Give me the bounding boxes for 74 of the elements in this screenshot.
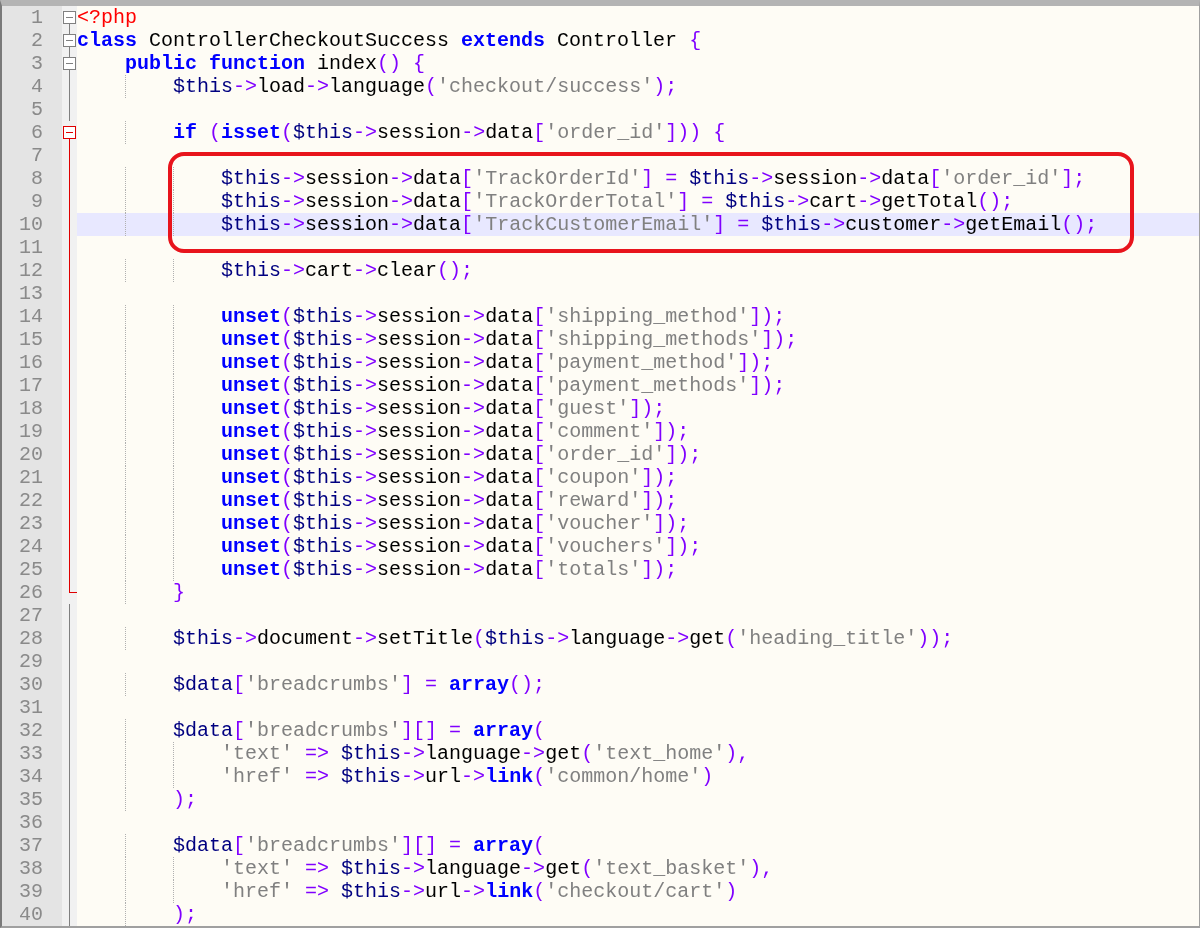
line-number: 14 <box>2 305 62 328</box>
code-line: unset($this->session->data['order_id']); <box>220 443 702 466</box>
line-number: 19 <box>2 420 62 443</box>
line-number: 32 <box>2 719 62 742</box>
line-number: 23 <box>2 512 62 535</box>
line-number: 40 <box>2 903 62 926</box>
line-number: 29 <box>2 650 62 673</box>
code-line: unset($this->session->data['guest']); <box>220 397 666 420</box>
code-line: unset($this->session->data['shipping_method']); <box>220 305 786 328</box>
code-line: unset($this->session->data['vouchers']); <box>220 535 702 558</box>
code-line: $this->session->data['TrackCustomerEmail'] = $this->customer->getEmail(); <box>220 213 1098 236</box>
code-line: 'text' => $this->language->get('text_home'), <box>220 742 750 765</box>
line-number: 36 <box>2 811 62 834</box>
line-number: 9 <box>2 190 62 213</box>
line-number: 7 <box>2 144 62 167</box>
code-line: 'href' => $this->url->link('checkout/cart') <box>220 880 738 903</box>
code-line: $this->session->data['TrackOrderId'] = $this->session->data['order_id']; <box>220 167 1086 190</box>
line-number: 25 <box>2 558 62 581</box>
line-number: 8 <box>2 167 62 190</box>
code-line: $data['breadcrumbs'][] = array( <box>172 719 546 742</box>
line-number: 13 <box>2 282 62 305</box>
code-line: $this->session->data['TrackOrderTotal'] = $this->cart->getTotal(); <box>220 190 1014 213</box>
code-line: } <box>172 581 186 604</box>
code-line: class ControllerCheckoutSuccess extends Controller { <box>77 29 702 52</box>
line-number: 37 <box>2 834 62 857</box>
code-line: unset($this->session->data['totals']); <box>220 558 678 581</box>
line-number: 33 <box>2 742 62 765</box>
code-line: unset($this->session->data['coupon']); <box>220 466 678 489</box>
code-line: 'href' => $this->url->link('common/home') <box>220 765 714 788</box>
line-number: 35 <box>2 788 62 811</box>
code-line: $data['breadcrumbs'][] = array( <box>172 834 546 857</box>
line-number: 30 <box>2 673 62 696</box>
line-number: 17 <box>2 374 62 397</box>
line-number: 21 <box>2 466 62 489</box>
code-line: unset($this->session->data['voucher']); <box>220 512 690 535</box>
line-number: 1 <box>2 6 62 29</box>
code-line: $data['breadcrumbs'] = array(); <box>172 673 546 696</box>
line-number: 10 <box>2 213 62 236</box>
code-line: unset($this->session->data['payment_methods']); <box>220 374 786 397</box>
code-line: public function index() { <box>124 52 426 75</box>
line-number: 5 <box>2 98 62 121</box>
code-line: $this->document->setTitle($this->language->get('heading_title')); <box>172 627 954 650</box>
line-number: 11 <box>2 236 62 259</box>
line-number: 16 <box>2 351 62 374</box>
line-number: 24 <box>2 535 62 558</box>
line-number: 6 <box>2 121 62 144</box>
line-number: 22 <box>2 489 62 512</box>
collapse-icon[interactable] <box>62 52 77 75</box>
line-number: 34 <box>2 765 62 788</box>
code-line: unset($this->session->data['payment_method']); <box>220 351 774 374</box>
code-line: $this->cart->clear(); <box>220 259 474 282</box>
line-number: 3 <box>2 52 62 75</box>
code-line: 'text' => $this->language->get('text_basket'), <box>220 857 774 880</box>
line-number: 20 <box>2 443 62 466</box>
line-number: 28 <box>2 627 62 650</box>
line-number: 38 <box>2 857 62 880</box>
code-line: $this->load->language('checkout/success'); <box>172 75 678 98</box>
line-number: 27 <box>2 604 62 627</box>
code-line: <?php <box>77 6 137 29</box>
code-line: unset($this->session->data['reward']); <box>220 489 678 512</box>
line-number: 12 <box>2 259 62 282</box>
code-line: ); <box>172 788 198 811</box>
code-line: if (isset($this->session->data['order_id'])) { <box>172 121 726 144</box>
line-number: 15 <box>2 328 62 351</box>
collapse-icon[interactable] <box>62 29 77 52</box>
line-number: 2 <box>2 29 62 52</box>
line-number: 18 <box>2 397 62 420</box>
code-line: unset($this->session->data['comment']); <box>220 420 690 443</box>
code-line: ); <box>172 903 198 926</box>
line-number: 39 <box>2 880 62 903</box>
line-number: 26 <box>2 581 62 604</box>
line-number: 31 <box>2 696 62 719</box>
line-number: 4 <box>2 75 62 98</box>
code-line: unset($this->session->data['shipping_methods']); <box>220 328 798 351</box>
